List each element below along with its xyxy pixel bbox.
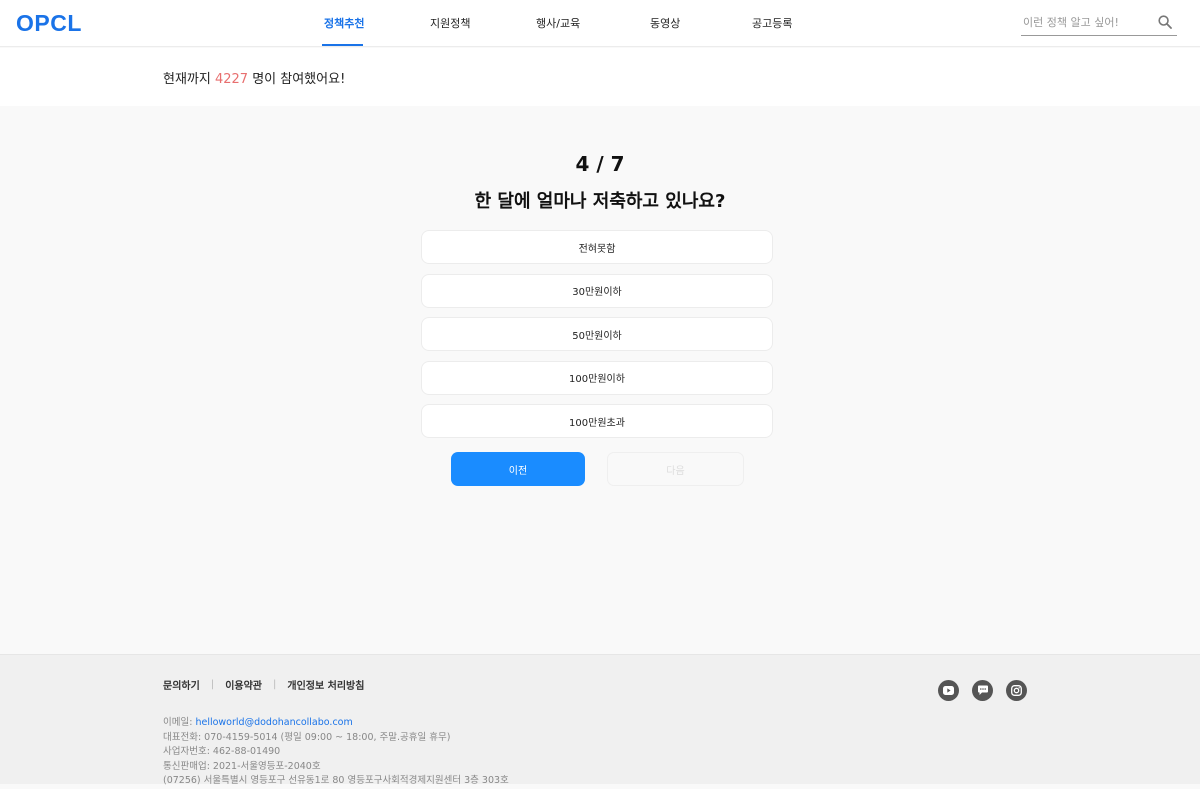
chat-glyph (977, 685, 988, 695)
footer: 문의하기 | 이용약관 | 개인정보 처리방침 이메일: helloworld@… (0, 654, 1200, 786)
logo[interactable]: OPCL (16, 9, 82, 36)
footer-address: (07256) 서울특별시 영등포구 선유동1로 80 영등포구사회적경제지원센… (163, 775, 509, 786)
footer-link-terms[interactable]: 이용약관 (225, 677, 262, 692)
active-nav-indicator (322, 44, 363, 46)
footer-mail-order: 통신판매업: 2021-서울영등포-2040호 (163, 760, 321, 772)
option-under-1m[interactable]: 100만원이하 (421, 360, 773, 395)
email-link[interactable]: helloworld@dodohancollabo.com (195, 717, 352, 728)
youtube-icon[interactable] (938, 680, 959, 701)
search-input[interactable] (1023, 13, 1151, 31)
footer-company-info: 이메일: helloworld@dodohancollabo.com 대표전화:… (163, 716, 509, 789)
option-none[interactable]: 전혀못함 (421, 230, 773, 264)
footer-link-contact[interactable]: 문의하기 (163, 677, 200, 692)
footer-phone: 대표전화: 070-4159-5014 (평일 09:00 ~ 18:00, 주… (163, 731, 451, 743)
answer-options: 전혀못함 30만원이하 50만원이하 100만원이하 100만원초과 (421, 230, 773, 448)
youtube-glyph (943, 686, 954, 695)
question-progress: 4 / 7 (575, 152, 625, 176)
footer-divider: | (273, 679, 277, 690)
header: OPCL 정책추천 지원정책 행사/교육 동영상 공고등록 (0, 0, 1200, 47)
next-button[interactable]: 다음 (607, 452, 744, 486)
participation-text: 현재까지 4227 명이 참여했어요! (163, 68, 345, 87)
instagram-icon[interactable] (1006, 680, 1027, 701)
nav-item-policy-recommend[interactable]: 정책추천 (324, 15, 364, 31)
option-under-300k[interactable]: 30만원이하 (421, 273, 773, 308)
nav-item-support-policy[interactable]: 지원정책 (430, 15, 470, 31)
footer-email-row: 이메일: helloworld@dodohancollabo.com (163, 716, 509, 731)
instagram-glyph (1011, 685, 1022, 696)
nav-item-videos[interactable]: 동영상 (650, 15, 680, 31)
nav-item-events-education[interactable]: 행사/교육 (536, 15, 580, 31)
search-box (1021, 9, 1177, 36)
option-under-500k[interactable]: 50만원이하 (421, 317, 773, 351)
footer-link-privacy[interactable]: 개인정보 처리방침 (287, 677, 364, 692)
footer-business-number: 사업자번호: 462-88-01490 (163, 746, 281, 757)
participant-count: 4227 (214, 72, 249, 87)
footer-divider: | (210, 679, 215, 690)
question-title: 한 달에 얼마나 저축하고 있나요? (474, 191, 726, 212)
nav-item-notice-register[interactable]: 공고등록 (752, 15, 792, 31)
logo-text: OPCL (16, 9, 82, 36)
search-icon[interactable] (1158, 15, 1172, 29)
prev-button[interactable]: 이전 (451, 452, 585, 486)
participation-suffix: 명이 참여했어요! (248, 72, 346, 87)
participation-banner: 현재까지 4227 명이 참여했어요! (0, 48, 1200, 106)
email-label: 이메일: (163, 717, 196, 728)
option-over-1m[interactable]: 100만원초과 (421, 404, 773, 438)
chat-icon[interactable] (972, 680, 993, 701)
participation-prefix: 현재까지 (163, 72, 215, 87)
footer-links: 문의하기 | 이용약관 | 개인정보 처리방침 (163, 677, 364, 692)
